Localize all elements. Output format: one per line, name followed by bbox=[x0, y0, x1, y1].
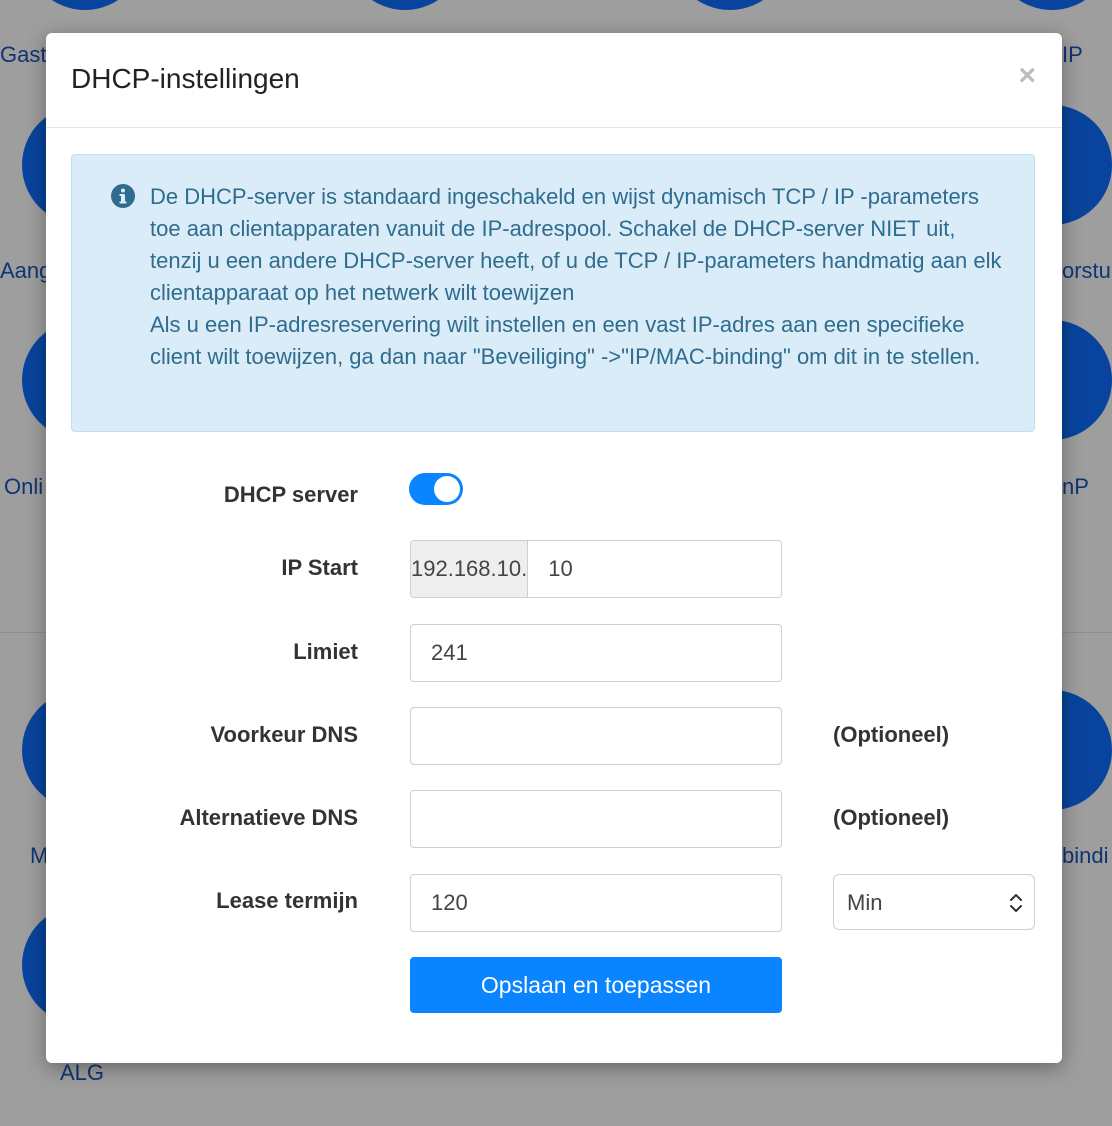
chevron-updown-icon bbox=[1010, 894, 1022, 912]
info-text: De DHCP-server is standaard ingeschakeld… bbox=[150, 181, 1010, 373]
dhcp-server-label: DHCP server bbox=[223, 482, 358, 507]
limit-input[interactable] bbox=[410, 624, 782, 682]
dhcp-settings-modal: DHCP-instellingen × De DHCP-server is st… bbox=[46, 33, 1062, 1063]
preferred-dns-optional-note: (Optioneel) bbox=[833, 722, 950, 747]
lease-time-label: Lease termijn bbox=[216, 888, 358, 913]
modal-title: DHCP-instellingen bbox=[71, 63, 300, 94]
info-paragraph: De DHCP-server is standaard ingeschakeld… bbox=[150, 184, 1002, 305]
info-icon bbox=[111, 184, 135, 208]
ip-start-input[interactable] bbox=[528, 541, 781, 597]
preferred-dns-input[interactable] bbox=[410, 707, 782, 765]
modal-header: DHCP-instellingen × bbox=[46, 33, 1062, 128]
lease-unit-select[interactable]: Min bbox=[833, 874, 1035, 930]
alternate-dns-label: Alternatieve DNS bbox=[179, 805, 358, 830]
info-paragraph: Als u een IP-adresreservering wilt inste… bbox=[150, 312, 981, 369]
lease-unit-value: Min bbox=[847, 890, 883, 915]
save-apply-button[interactable]: Opslaan en toepassen bbox=[410, 957, 782, 1013]
toggle-knob bbox=[434, 476, 460, 502]
info-alert: De DHCP-server is standaard ingeschakeld… bbox=[71, 154, 1035, 432]
ip-start-label: IP Start bbox=[281, 555, 358, 580]
ip-start-prefix: 192.168.10. bbox=[411, 541, 529, 597]
limit-label: Limiet bbox=[293, 639, 358, 664]
preferred-dns-label: Voorkeur DNS bbox=[210, 722, 358, 747]
ip-start-input-group: 192.168.10. bbox=[410, 540, 782, 598]
alternate-dns-optional-note: (Optioneel) bbox=[833, 805, 950, 830]
dhcp-server-toggle[interactable] bbox=[409, 473, 463, 505]
close-icon[interactable]: × bbox=[1018, 61, 1036, 91]
alternate-dns-input[interactable] bbox=[410, 790, 782, 848]
lease-time-input[interactable] bbox=[410, 874, 782, 932]
